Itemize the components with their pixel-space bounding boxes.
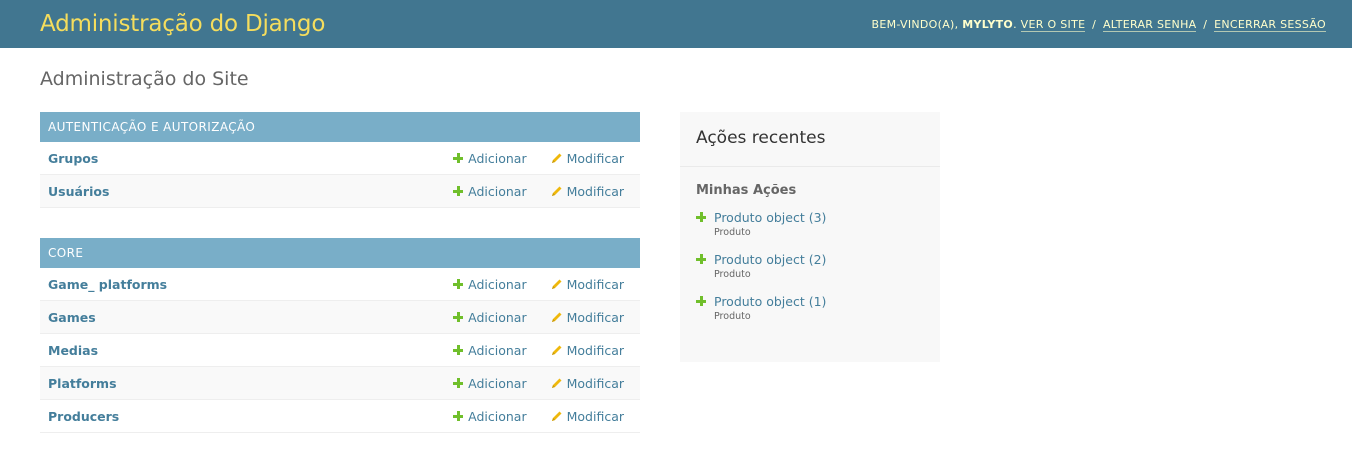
header: Administração do Django Bem-vindo(a), MY…: [0, 0, 1352, 48]
add-label: Adicionar: [468, 309, 527, 325]
change-label: Modificar: [566, 408, 624, 424]
welcome-text: Bem-vindo(a),: [871, 17, 959, 31]
recent-action-type: Produto: [714, 227, 751, 238]
model-link[interactable]: Producers: [48, 409, 453, 424]
recent-action-link[interactable]: Produto object (1): [714, 294, 826, 310]
recent-action-item: Produto object (3) Produto: [696, 210, 924, 252]
model-row-producers: Producers Adicionar Modificar: [40, 400, 640, 433]
plus-icon: [453, 279, 464, 289]
model-link[interactable]: Game_ platforms: [48, 277, 453, 292]
plus-icon: [453, 153, 464, 163]
add-label: Adicionar: [468, 375, 527, 391]
content: Administração do Site Autenticação e Aut…: [0, 48, 1352, 433]
add-link[interactable]: Adicionar: [453, 150, 527, 166]
add-link[interactable]: Adicionar: [453, 342, 527, 358]
change-link[interactable]: Modificar: [551, 376, 624, 391]
change-label: Modificar: [566, 309, 624, 325]
change-link[interactable]: Modificar: [551, 277, 624, 292]
change-label: Modificar: [566, 150, 624, 166]
model-link[interactable]: Grupos: [48, 151, 453, 166]
plus-icon: [696, 254, 706, 264]
add-link[interactable]: Adicionar: [453, 375, 527, 391]
pencil-icon: [551, 312, 562, 322]
model-row-grupos: Grupos Adicionar Modificar: [40, 142, 640, 175]
change-label: Modificar: [566, 183, 624, 199]
pencil-icon: [551, 186, 562, 196]
recent-action-item: Produto object (2) Produto: [696, 252, 924, 294]
change-link[interactable]: Modificar: [551, 151, 624, 166]
model-row-games: Games Adicionar Modificar: [40, 301, 640, 334]
change-label: Modificar: [566, 375, 624, 391]
username: MYLYTO: [962, 17, 1014, 31]
pencil-icon: [551, 345, 562, 355]
change-password-link[interactable]: Alterar senha: [1102, 17, 1197, 32]
add-label: Adicionar: [468, 183, 527, 199]
my-actions-title: Minhas Ações: [696, 183, 797, 198]
recent-actions-title: Ações recentes: [680, 112, 940, 167]
site-branding[interactable]: Administração do Django: [40, 11, 325, 37]
logout-link[interactable]: Encerrar sessão: [1214, 17, 1326, 32]
model-row-game-platforms: Game_ platforms Adicionar Modificar: [40, 268, 640, 301]
add-link[interactable]: Adicionar: [453, 408, 527, 424]
plus-icon: [696, 212, 706, 222]
user-tools: Bem-vindo(a), MYLYTO. Ver o site / Alter…: [871, 17, 1326, 32]
app-list: Autenticação e Autorização Grupos Adicio…: [40, 112, 640, 433]
plus-icon: [453, 186, 464, 196]
add-link[interactable]: Adicionar: [453, 183, 527, 199]
plus-icon: [453, 378, 464, 388]
page-title: Administração do Site: [40, 68, 249, 90]
add-label: Adicionar: [468, 276, 527, 292]
change-label: Modificar: [566, 342, 624, 358]
recent-actions-list: Produto object (3) Produto Produto objec…: [680, 210, 940, 336]
change-link[interactable]: Modificar: [551, 310, 624, 325]
add-link[interactable]: Adicionar: [453, 309, 527, 325]
plus-icon: [453, 411, 464, 421]
module-caption[interactable]: Core: [40, 238, 640, 268]
recent-action-link[interactable]: Produto object (2): [714, 252, 826, 268]
pencil-icon: [551, 153, 562, 163]
add-label: Adicionar: [468, 150, 527, 166]
recent-action-link[interactable]: Produto object (3): [714, 210, 826, 226]
separator: /: [1092, 17, 1097, 31]
plus-icon: [453, 312, 464, 322]
recent-actions-panel: Ações recentes Minhas Ações Produto obje…: [680, 112, 940, 362]
pencil-icon: [551, 411, 562, 421]
separator: /: [1203, 17, 1208, 31]
module-auth: Autenticação e Autorização Grupos Adicio…: [40, 112, 640, 208]
recent-action-type: Produto: [714, 311, 751, 322]
view-site-link[interactable]: Ver o site: [1020, 17, 1086, 32]
plus-icon: [696, 296, 706, 306]
recent-action-type: Produto: [714, 269, 751, 280]
change-link[interactable]: Modificar: [551, 184, 624, 199]
model-row-medias: Medias Adicionar Modificar: [40, 334, 640, 367]
model-link[interactable]: Usuários: [48, 184, 453, 199]
pencil-icon: [551, 378, 562, 388]
recent-action-item: Produto object (1) Produto: [696, 294, 924, 336]
add-link[interactable]: Adicionar: [453, 276, 527, 292]
plus-icon: [453, 345, 464, 355]
pencil-icon: [551, 279, 562, 289]
model-link[interactable]: Medias: [48, 343, 453, 358]
model-link[interactable]: Games: [48, 310, 453, 325]
change-label: Modificar: [566, 276, 624, 292]
add-label: Adicionar: [468, 408, 527, 424]
model-row-usuarios: Usuários Adicionar Modificar: [40, 175, 640, 208]
welcome-period: .: [1013, 17, 1017, 31]
add-label: Adicionar: [468, 342, 527, 358]
module-caption[interactable]: Autenticação e Autorização: [40, 112, 640, 142]
model-link[interactable]: Platforms: [48, 376, 453, 391]
model-row-platforms: Platforms Adicionar Modificar: [40, 367, 640, 400]
module-core: Core Game_ platforms Adicionar Modificar…: [40, 238, 640, 433]
change-link[interactable]: Modificar: [551, 409, 624, 424]
change-link[interactable]: Modificar: [551, 343, 624, 358]
